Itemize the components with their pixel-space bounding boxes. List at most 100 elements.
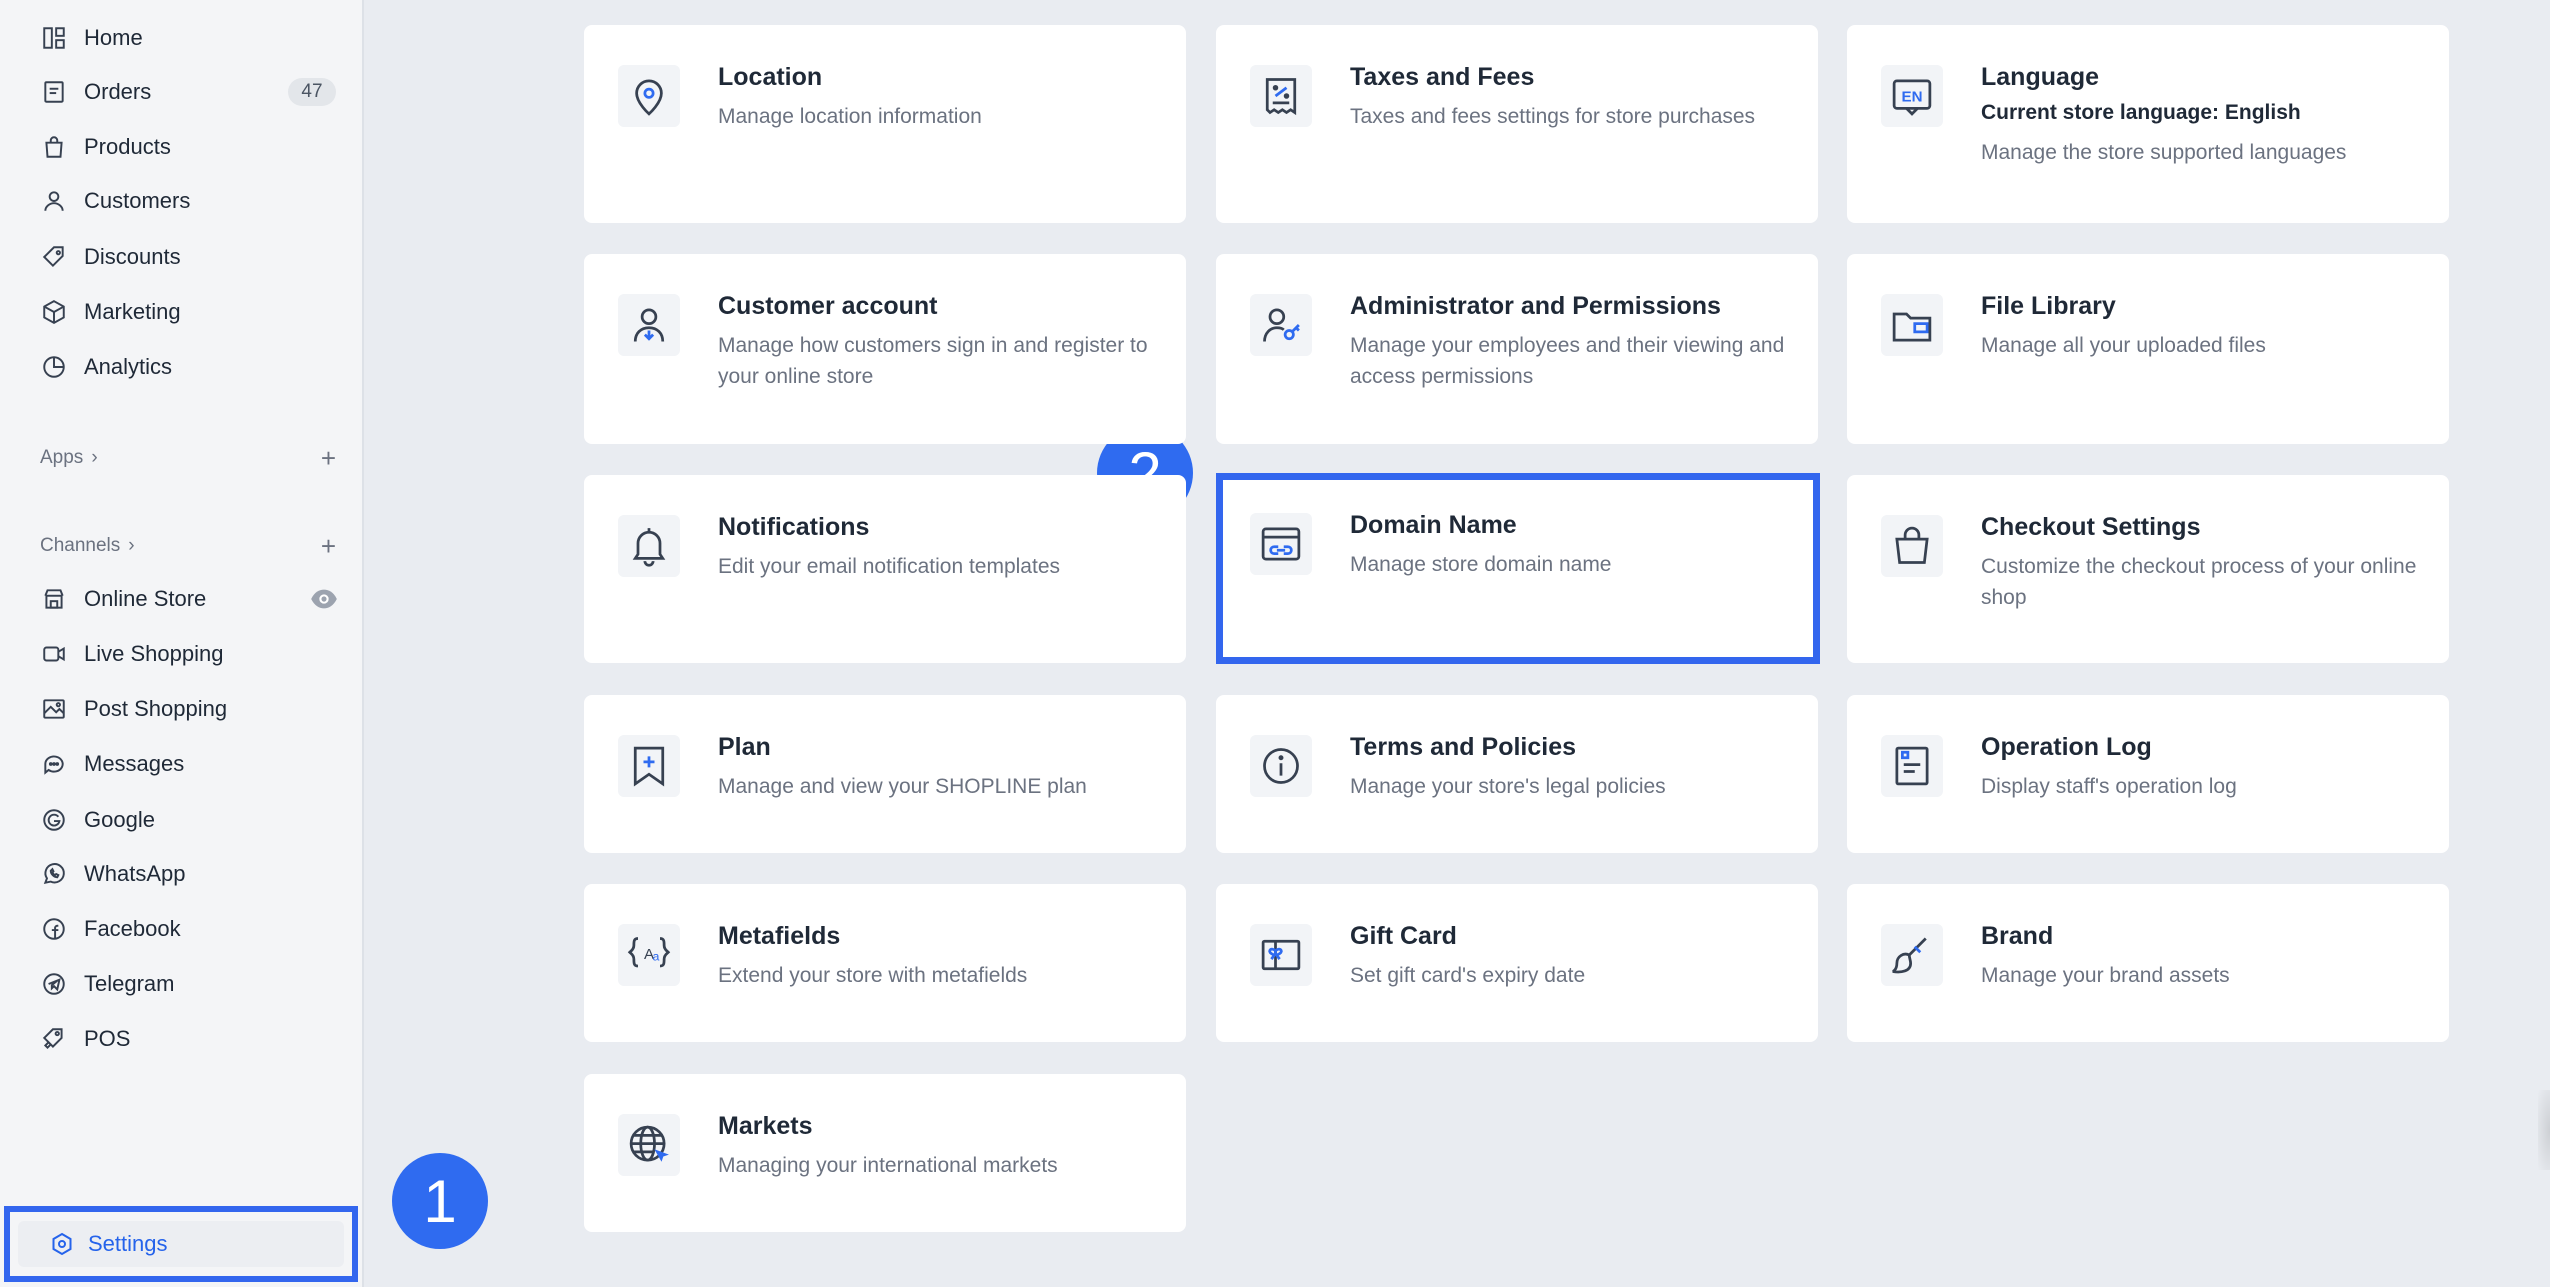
google-icon xyxy=(40,806,68,834)
edge-shadow xyxy=(2538,1090,2550,1170)
sidebar-item-products[interactable]: Products xyxy=(40,127,340,167)
sidebar-item-label: Settings xyxy=(88,1231,168,1256)
sidebar-item-pos[interactable]: POS xyxy=(40,1019,340,1059)
settings-card-file-library[interactable]: File Library Manage all your uploaded fi… xyxy=(1847,254,2449,444)
sidebar-item-home[interactable]: Home xyxy=(40,18,340,58)
add-channel-icon[interactable]: + xyxy=(321,531,336,562)
card-description: Manage your employees and their viewing … xyxy=(1350,334,1785,388)
step-badge-1: 1 xyxy=(392,1153,488,1249)
sidebar-item-label: Customers xyxy=(84,188,191,213)
settings-card-notifications[interactable]: Notifications Edit your email notificati… xyxy=(584,475,1186,663)
chevron-right-icon: › xyxy=(128,535,135,556)
post-shopping-icon xyxy=(40,695,68,723)
telegram-icon xyxy=(40,970,68,998)
settings-card-plan[interactable]: Plan Manage and view your SHOPLINE plan xyxy=(584,695,1186,853)
whatsapp-icon xyxy=(40,860,68,888)
sidebar-item-messages[interactable]: Messages xyxy=(40,744,340,784)
sidebar-item-label: Messages xyxy=(84,751,185,776)
eye-icon[interactable] xyxy=(310,587,338,611)
sidebar-item-label: Google xyxy=(84,807,155,832)
card-description: Customize the checkout process of your o… xyxy=(1981,555,2417,609)
card-description: Manage your brand assets xyxy=(1981,964,2230,987)
customers-icon xyxy=(40,187,68,215)
orders-count-badge: 47 xyxy=(288,78,336,106)
sidebar-item-telegram[interactable]: Telegram xyxy=(40,964,340,1004)
sidebar-item-whatsapp[interactable]: WhatsApp xyxy=(40,854,340,894)
shopping-bag-icon xyxy=(1881,515,1943,577)
settings-card-domain-name[interactable]: Domain Name Manage store domain name xyxy=(1216,473,1820,664)
channels-section-header[interactable]: Channels › + xyxy=(40,531,336,561)
sidebar-item-marketing[interactable]: Marketing xyxy=(40,292,340,332)
settings-card-administrator-permissions[interactable]: Administrator and Permissions Manage you… xyxy=(1216,254,1818,444)
card-description: Manage location information xyxy=(718,105,982,128)
card-description: Manage your store's legal policies xyxy=(1350,775,1666,798)
sidebar-item-google[interactable]: Google xyxy=(40,800,340,840)
settings-card-markets[interactable]: Markets Managing your international mark… xyxy=(584,1074,1186,1232)
card-description: Taxes and fees settings for store purcha… xyxy=(1350,105,1756,128)
card-description: Manage all your uploaded files xyxy=(1981,334,2266,357)
card-title: Domain Name xyxy=(1350,511,1517,539)
discounts-icon xyxy=(40,243,68,271)
sidebar-item-label: Facebook xyxy=(84,916,181,941)
messages-icon xyxy=(40,750,68,778)
sidebar-item-label: Products xyxy=(84,134,171,159)
products-icon xyxy=(40,133,68,161)
card-title: Administrator and Permissions xyxy=(1350,292,1721,320)
location-pin-icon xyxy=(618,65,680,127)
add-app-icon[interactable]: + xyxy=(321,443,336,474)
sidebar-item-label: WhatsApp xyxy=(84,861,186,886)
sidebar-item-label: POS xyxy=(84,1026,131,1051)
sidebar-item-label: Marketing xyxy=(84,299,181,324)
sidebar-item-settings[interactable]: Settings xyxy=(18,1221,344,1267)
bell-icon xyxy=(618,515,680,577)
settings-card-metafields[interactable]: Aa Metafields Extend your store with met… xyxy=(584,884,1186,1042)
settings-card-gift-card[interactable]: Gift Card Set gift card's expiry date xyxy=(1216,884,1818,1042)
sidebar-item-label: Live Shopping xyxy=(84,641,224,666)
settings-card-terms-policies[interactable]: Terms and Policies Manage your store's l… xyxy=(1216,695,1818,853)
live-shopping-icon xyxy=(40,640,68,668)
sidebar-item-online-store[interactable]: Online Store xyxy=(40,579,340,619)
customer-account-icon xyxy=(618,294,680,356)
sidebar-item-facebook[interactable]: Facebook xyxy=(40,909,340,949)
channels-label: Channels xyxy=(40,535,121,556)
sidebar-item-label: Online Store xyxy=(84,586,207,611)
sidebar-item-discounts[interactable]: Discounts xyxy=(40,237,340,277)
apps-section-header[interactable]: Apps › + xyxy=(40,443,336,473)
settings-card-language[interactable]: EN Language Current store language: Engl… xyxy=(1847,25,2449,223)
settings-card-location[interactable]: Location Manage location information xyxy=(584,25,1186,223)
sidebar-item-label: Telegram xyxy=(84,971,175,996)
settings-highlight: Settings xyxy=(4,1206,358,1282)
card-description: Display staff's operation log xyxy=(1981,775,2237,798)
brand-brush-icon xyxy=(1881,924,1943,986)
domain-link-icon xyxy=(1250,513,1312,575)
card-title: Taxes and Fees xyxy=(1350,63,1535,91)
sidebar-item-post-shopping[interactable]: Post Shopping xyxy=(40,689,340,729)
sidebar-item-live-shopping[interactable]: Live Shopping xyxy=(40,634,340,674)
card-title: Operation Log xyxy=(1981,733,2152,761)
card-title: File Library xyxy=(1981,292,2116,320)
sidebar-item-analytics[interactable]: Analytics xyxy=(40,347,340,387)
settings-card-taxes-and-fees[interactable]: Taxes and Fees Taxes and fees settings f… xyxy=(1216,25,1818,223)
facebook-icon xyxy=(40,915,68,943)
card-title: Plan xyxy=(718,733,771,761)
analytics-icon xyxy=(40,353,68,381)
card-title: Notifications xyxy=(718,513,870,541)
card-title: Gift Card xyxy=(1350,922,1457,950)
card-description: Set gift card's expiry date xyxy=(1350,964,1586,987)
apps-label: Apps xyxy=(40,447,84,468)
settings-card-brand[interactable]: Brand Manage your brand assets xyxy=(1847,884,2449,1042)
sidebar-item-customers[interactable]: Customers xyxy=(40,181,340,221)
card-title: Metafields xyxy=(718,922,841,950)
settings-card-customer-account[interactable]: Customer account Manage how customers si… xyxy=(584,254,1186,444)
settings-card-checkout-settings[interactable]: Checkout Settings Customize the checkout… xyxy=(1847,475,2449,663)
settings-card-operation-log[interactable]: Operation Log Display staff's operation … xyxy=(1847,695,2449,853)
language-en-icon: EN xyxy=(1881,65,1943,127)
card-description: Managing your international markets xyxy=(718,1154,1058,1177)
sidebar-item-label: Home xyxy=(84,25,143,50)
sidebar-item-orders[interactable]: Orders 47 xyxy=(40,72,340,112)
card-title: Checkout Settings xyxy=(1981,513,2201,541)
info-icon xyxy=(1250,735,1312,797)
marketing-icon xyxy=(40,298,68,326)
card-title: Language xyxy=(1981,63,2100,91)
card-description: Edit your email notification templates xyxy=(718,555,1060,578)
